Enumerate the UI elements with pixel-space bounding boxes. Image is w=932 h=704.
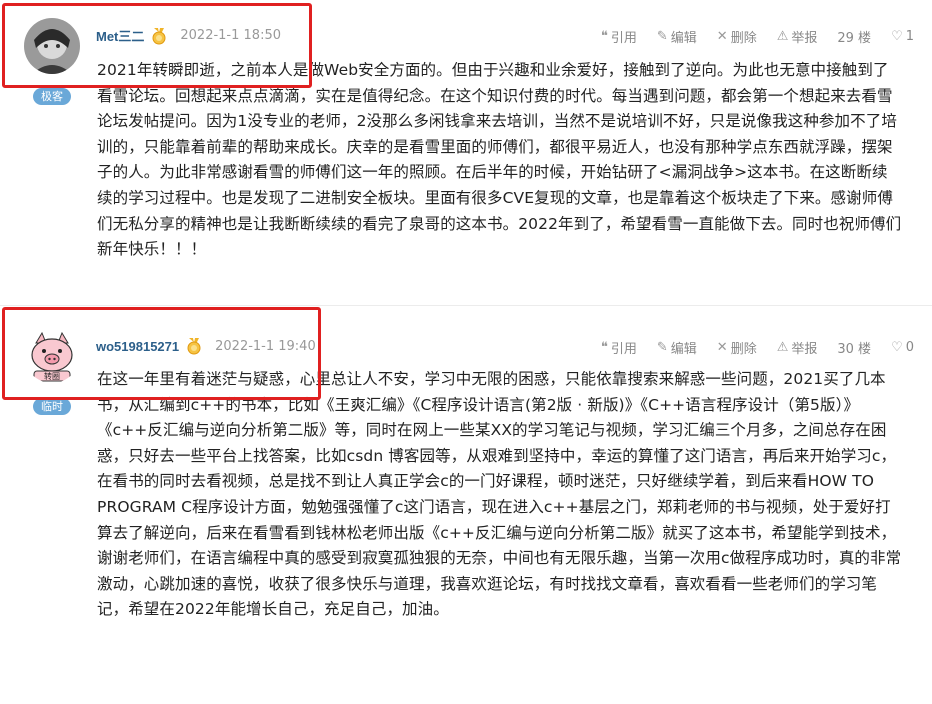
report-icon: ⚠ [776, 340, 789, 355]
report-button[interactable]: ⚠ 举报 [777, 338, 818, 357]
delete-icon: ✕ [716, 340, 728, 355]
delete-icon: ✕ [716, 29, 728, 44]
user-level-badge: 极客 [33, 88, 71, 105]
post-actions: ❝ 引用 ✎ 编辑 ✕ 删除 ⚠ 举报 29 楼 ♡ 1 [601, 27, 914, 46]
medal-icon [185, 337, 203, 355]
like-button[interactable]: ♡ 1 [891, 27, 914, 46]
post-meta: Met三二 2022-1-1 18:50 [96, 26, 281, 45]
quote-button[interactable]: ❝ 引用 [601, 338, 637, 357]
post-meta: wo519815271 2022-1-1 19:40 [96, 337, 316, 355]
post-date: 2022-1-1 18:50 [180, 28, 281, 43]
quote-button[interactable]: ❝ 引用 [601, 27, 637, 46]
post-date: 2022-1-1 19:40 [215, 338, 316, 354]
edit-button[interactable]: ✎ 编辑 [657, 27, 697, 46]
like-icon: ♡ [891, 340, 903, 355]
avatar[interactable] [24, 18, 80, 74]
medal-icon [150, 27, 168, 45]
avatar-text: 转圈 [44, 371, 60, 381]
floor-number: 30 楼 [837, 342, 872, 357]
user-level-badge: 临时 [33, 398, 71, 415]
post-content: 2021年转瞬即逝，之前本人是做Web安全方面的。但由于兴趣和业余爱好，接触到了… [97, 61, 902, 259]
post-29: 极客 Met三二 2022-1-1 18:50 ❝ 引用 ✎ 编辑 ✕ 删除 ⚠ 举报 … [0, 0, 932, 306]
delete-button[interactable]: ✕ 删除 [717, 27, 757, 46]
post-actions: ❝ 引用 ✎ 编辑 ✕ 删除 ⚠ 举报 30 楼 ♡ 0 [601, 338, 914, 357]
quote-icon: ❝ [600, 29, 608, 44]
floor-number: 29 楼 [837, 31, 872, 46]
like-icon: ♡ [891, 29, 903, 44]
edit-icon: ✎ [656, 340, 668, 355]
avatar[interactable]: 转圈 [24, 327, 80, 383]
post-content: 在这一年里有着迷茫与疑惑，心里总让人不安，学习中无限的困惑，只能依靠搜索来解惑一… [97, 370, 902, 619]
username[interactable]: Met三二 [96, 26, 144, 45]
report-button[interactable]: ⚠ 举报 [777, 27, 818, 46]
delete-button[interactable]: ✕ 删除 [717, 338, 757, 357]
edit-button[interactable]: ✎ 编辑 [657, 338, 697, 357]
edit-icon: ✎ [656, 29, 668, 44]
quote-icon: ❝ [600, 340, 608, 355]
like-button[interactable]: ♡ 0 [891, 338, 914, 357]
username[interactable]: wo519815271 [96, 339, 179, 354]
report-icon: ⚠ [776, 29, 789, 44]
